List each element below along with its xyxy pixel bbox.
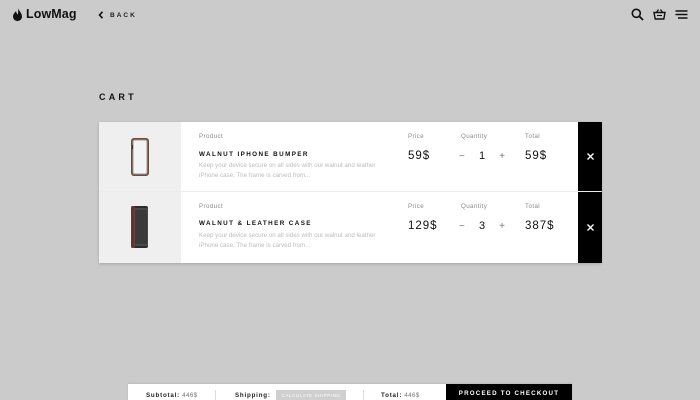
subtotal: Subtotal: 446$ xyxy=(146,392,198,399)
total-column-label: Total xyxy=(525,133,541,140)
back-button[interactable]: BACK xyxy=(98,11,137,19)
cart-list: Product WALNUT IPHONE BUMPER Keep your d… xyxy=(99,122,602,263)
unit-price: 59$ xyxy=(408,150,431,162)
close-icon xyxy=(586,224,594,231)
subtotal-label: Subtotal: xyxy=(146,392,181,399)
cart-item: Product WALNUT & LEATHER CASE Keep your … xyxy=(99,192,602,263)
cart-item: Product WALNUT IPHONE BUMPER Keep your d… xyxy=(99,122,602,192)
quantity-stepper: − 1 + xyxy=(459,150,505,162)
price-column-label: Price xyxy=(408,133,425,140)
page-title: CART xyxy=(99,92,137,102)
line-total: 387$ xyxy=(525,220,555,232)
divider xyxy=(215,390,216,400)
iphone-bumper-image xyxy=(131,137,149,176)
subtotal-value: 446$ xyxy=(182,392,198,399)
quantity-value: 3 xyxy=(478,220,486,232)
total-label: Total: xyxy=(381,392,403,399)
unit-price: 129$ xyxy=(408,220,438,232)
basket-icon[interactable] xyxy=(653,8,666,21)
search-icon[interactable] xyxy=(631,8,644,21)
decrease-quantity-button[interactable]: − xyxy=(459,221,465,232)
logo-text: LowMag xyxy=(26,7,77,21)
top-bar: LowMag BACK xyxy=(0,0,700,30)
calculate-shipping-button[interactable]: CALCULATE SHIPPING xyxy=(276,390,346,400)
product-name[interactable]: WALNUT IPHONE BUMPER xyxy=(199,151,309,158)
product-name[interactable]: WALNUT & LEATHER CASE xyxy=(199,220,312,227)
increase-quantity-button[interactable]: + xyxy=(499,221,505,232)
quantity-stepper: − 3 + xyxy=(459,220,505,232)
flame-logo-icon xyxy=(13,7,22,21)
divider xyxy=(363,390,364,400)
product-image[interactable] xyxy=(99,122,181,191)
product-description: Keep your device secure on all sides wit… xyxy=(199,162,376,179)
quantity-value: 1 xyxy=(478,150,486,162)
checkout-summary-bar: Subtotal: 446$ Shipping: CALCULATE SHIPP… xyxy=(128,384,572,400)
header-actions xyxy=(631,8,688,21)
total: Total: 446$ xyxy=(381,392,420,399)
decrease-quantity-button[interactable]: − xyxy=(459,151,465,162)
total-column-label: Total xyxy=(525,203,541,210)
shipping-label-text: Shipping: xyxy=(235,392,271,399)
proceed-to-checkout-button[interactable]: PROCEED TO CHECKOUT xyxy=(446,384,572,400)
product-column-label: Product xyxy=(199,203,224,210)
logo[interactable]: LowMag xyxy=(13,7,77,21)
quantity-column-label: Quantity xyxy=(461,133,488,140)
quantity-column-label: Quantity xyxy=(461,203,488,210)
remove-item-button[interactable] xyxy=(578,192,602,263)
shipping-label: Shipping: xyxy=(235,392,271,399)
line-total: 59$ xyxy=(525,150,548,162)
price-column-label: Price xyxy=(408,203,425,210)
product-image[interactable] xyxy=(99,192,181,263)
hamburger-menu-icon[interactable] xyxy=(675,8,688,21)
product-description: Keep your device secure on all sides wit… xyxy=(199,232,376,249)
close-icon xyxy=(586,153,594,160)
leather-case-image xyxy=(131,205,148,248)
product-column-label: Product xyxy=(199,133,224,140)
increase-quantity-button[interactable]: + xyxy=(499,151,505,162)
back-label: BACK xyxy=(110,11,137,19)
total-value: 446$ xyxy=(404,392,420,399)
chevron-left-icon xyxy=(98,11,104,19)
remove-item-button[interactable] xyxy=(578,122,602,191)
